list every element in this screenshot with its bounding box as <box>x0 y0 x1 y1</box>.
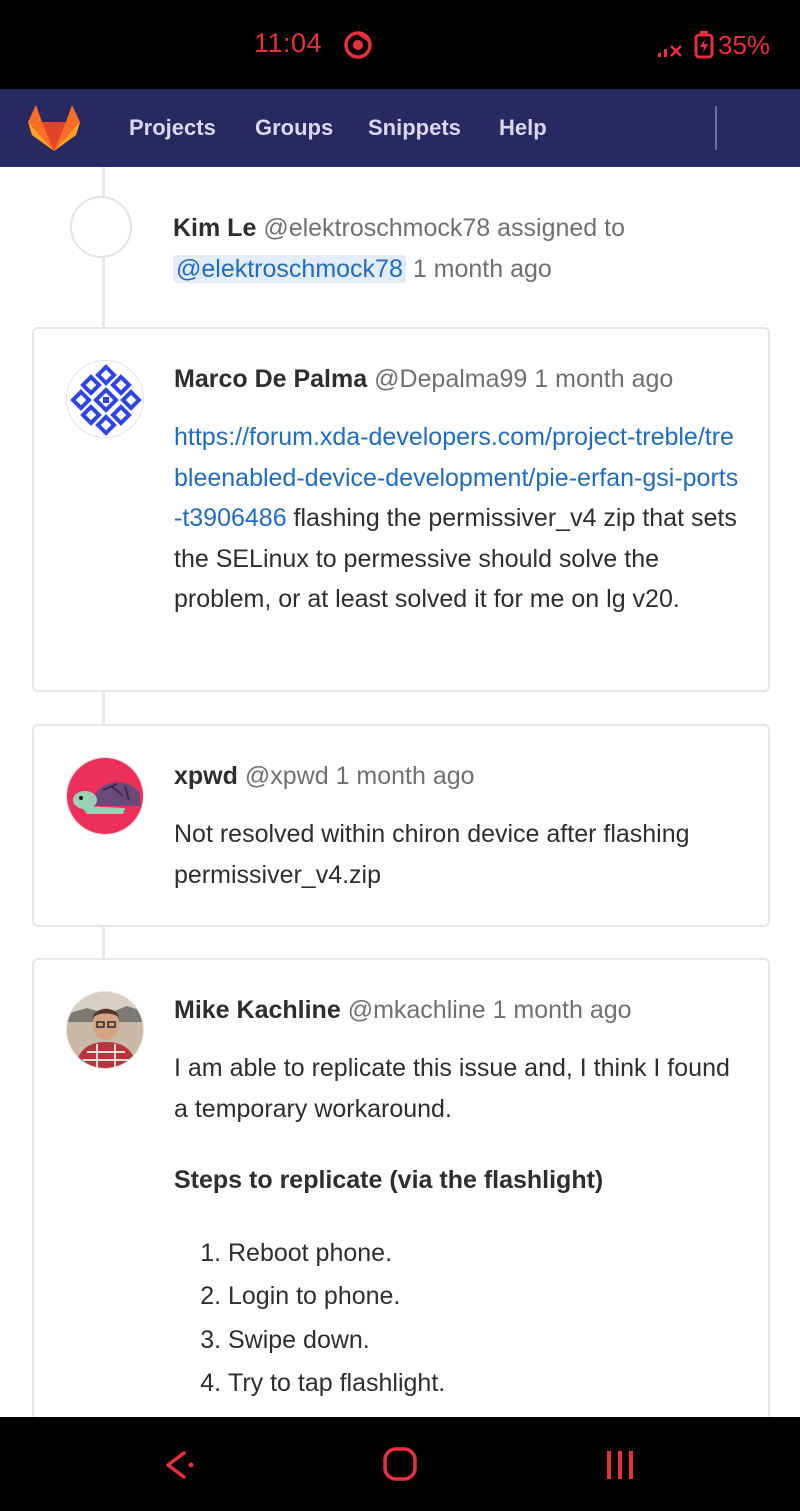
chrome-icon <box>344 31 372 59</box>
system-note-handle[interactable]: @elektroschmock78 <box>263 214 490 242</box>
note-body: I am able to replicate this issue and, I… <box>174 1048 744 1449</box>
note-handle[interactable]: @Depalma99 <box>374 365 527 393</box>
list-item: Login to phone. <box>228 1275 744 1319</box>
note-time: 1 month ago <box>534 365 674 393</box>
list-item: Reboot phone. <box>228 1232 744 1276</box>
note-header: Marco De Palma @Depalma99 1 month ago <box>174 365 673 394</box>
steps-heading: Steps to replicate (via the flashlight) <box>174 1166 604 1194</box>
note-handle[interactable]: @mkachline <box>348 996 486 1024</box>
note-text: I am able to replicate this issue and, I… <box>174 1054 730 1123</box>
identicon-avatar-icon <box>67 361 143 437</box>
note-time: 1 month ago <box>335 762 475 790</box>
list-item: Swipe down. <box>228 1319 744 1363</box>
system-navigation-bar <box>0 1417 800 1511</box>
system-note-time: 1 month ago <box>412 255 552 283</box>
status-bar: 11:04 35% <box>0 0 800 89</box>
note-author[interactable]: Marco De Palma <box>174 365 367 393</box>
back-icon[interactable] <box>158 1445 198 1485</box>
battery-percent: 35% <box>718 30 771 60</box>
avatar[interactable] <box>66 360 144 438</box>
top-navbar: Projects Groups Snippets Help <box>0 89 800 167</box>
system-note: Kim Le @elektroschmock78 assigned to @el… <box>173 208 733 290</box>
note-header: xpwd @xpwd 1 month ago <box>174 762 475 791</box>
nav-help[interactable]: Help <box>499 115 547 141</box>
note-card: Marco De Palma @Depalma99 1 month ago ht… <box>32 327 770 692</box>
system-note-author[interactable]: Kim Le <box>173 214 256 242</box>
note-body: Not resolved within chiron device after … <box>174 820 690 889</box>
note-author[interactable]: xpwd <box>174 762 238 790</box>
nav-divider <box>715 106 717 150</box>
note-card: xpwd @xpwd 1 month ago Not resolved with… <box>32 724 770 927</box>
battery-icon <box>694 31 714 59</box>
note-handle[interactable]: @xpwd <box>245 762 329 790</box>
avatar[interactable] <box>66 991 144 1069</box>
note-body: https://forum.xda-developers.com/project… <box>174 417 744 620</box>
system-note-icon <box>70 196 132 258</box>
system-note-action: assigned to <box>497 214 625 242</box>
note-author[interactable]: Mike Kachline <box>174 996 341 1024</box>
nav-projects[interactable]: Projects <box>129 115 216 141</box>
list-item: Try to tap flashlight. <box>228 1362 744 1406</box>
note-card: Mike Kachline @mkachline 1 month ago I a… <box>32 958 770 1458</box>
assignee-mention[interactable]: @elektroschmock78 <box>173 255 406 283</box>
note-header: Mike Kachline @mkachline 1 month ago <box>174 996 632 1025</box>
gitlab-logo-icon[interactable] <box>28 105 80 151</box>
turtle-avatar-icon <box>67 758 143 834</box>
home-icon[interactable] <box>381 1445 419 1483</box>
signal-icon <box>658 45 682 57</box>
nav-snippets[interactable]: Snippets <box>368 115 461 141</box>
note-time: 1 month ago <box>492 996 632 1024</box>
nav-groups[interactable]: Groups <box>255 115 333 141</box>
status-time: 11:04 <box>254 28 323 58</box>
recent-apps-icon[interactable] <box>602 1447 638 1483</box>
avatar[interactable] <box>66 757 144 835</box>
photo-avatar-icon <box>67 992 143 1068</box>
